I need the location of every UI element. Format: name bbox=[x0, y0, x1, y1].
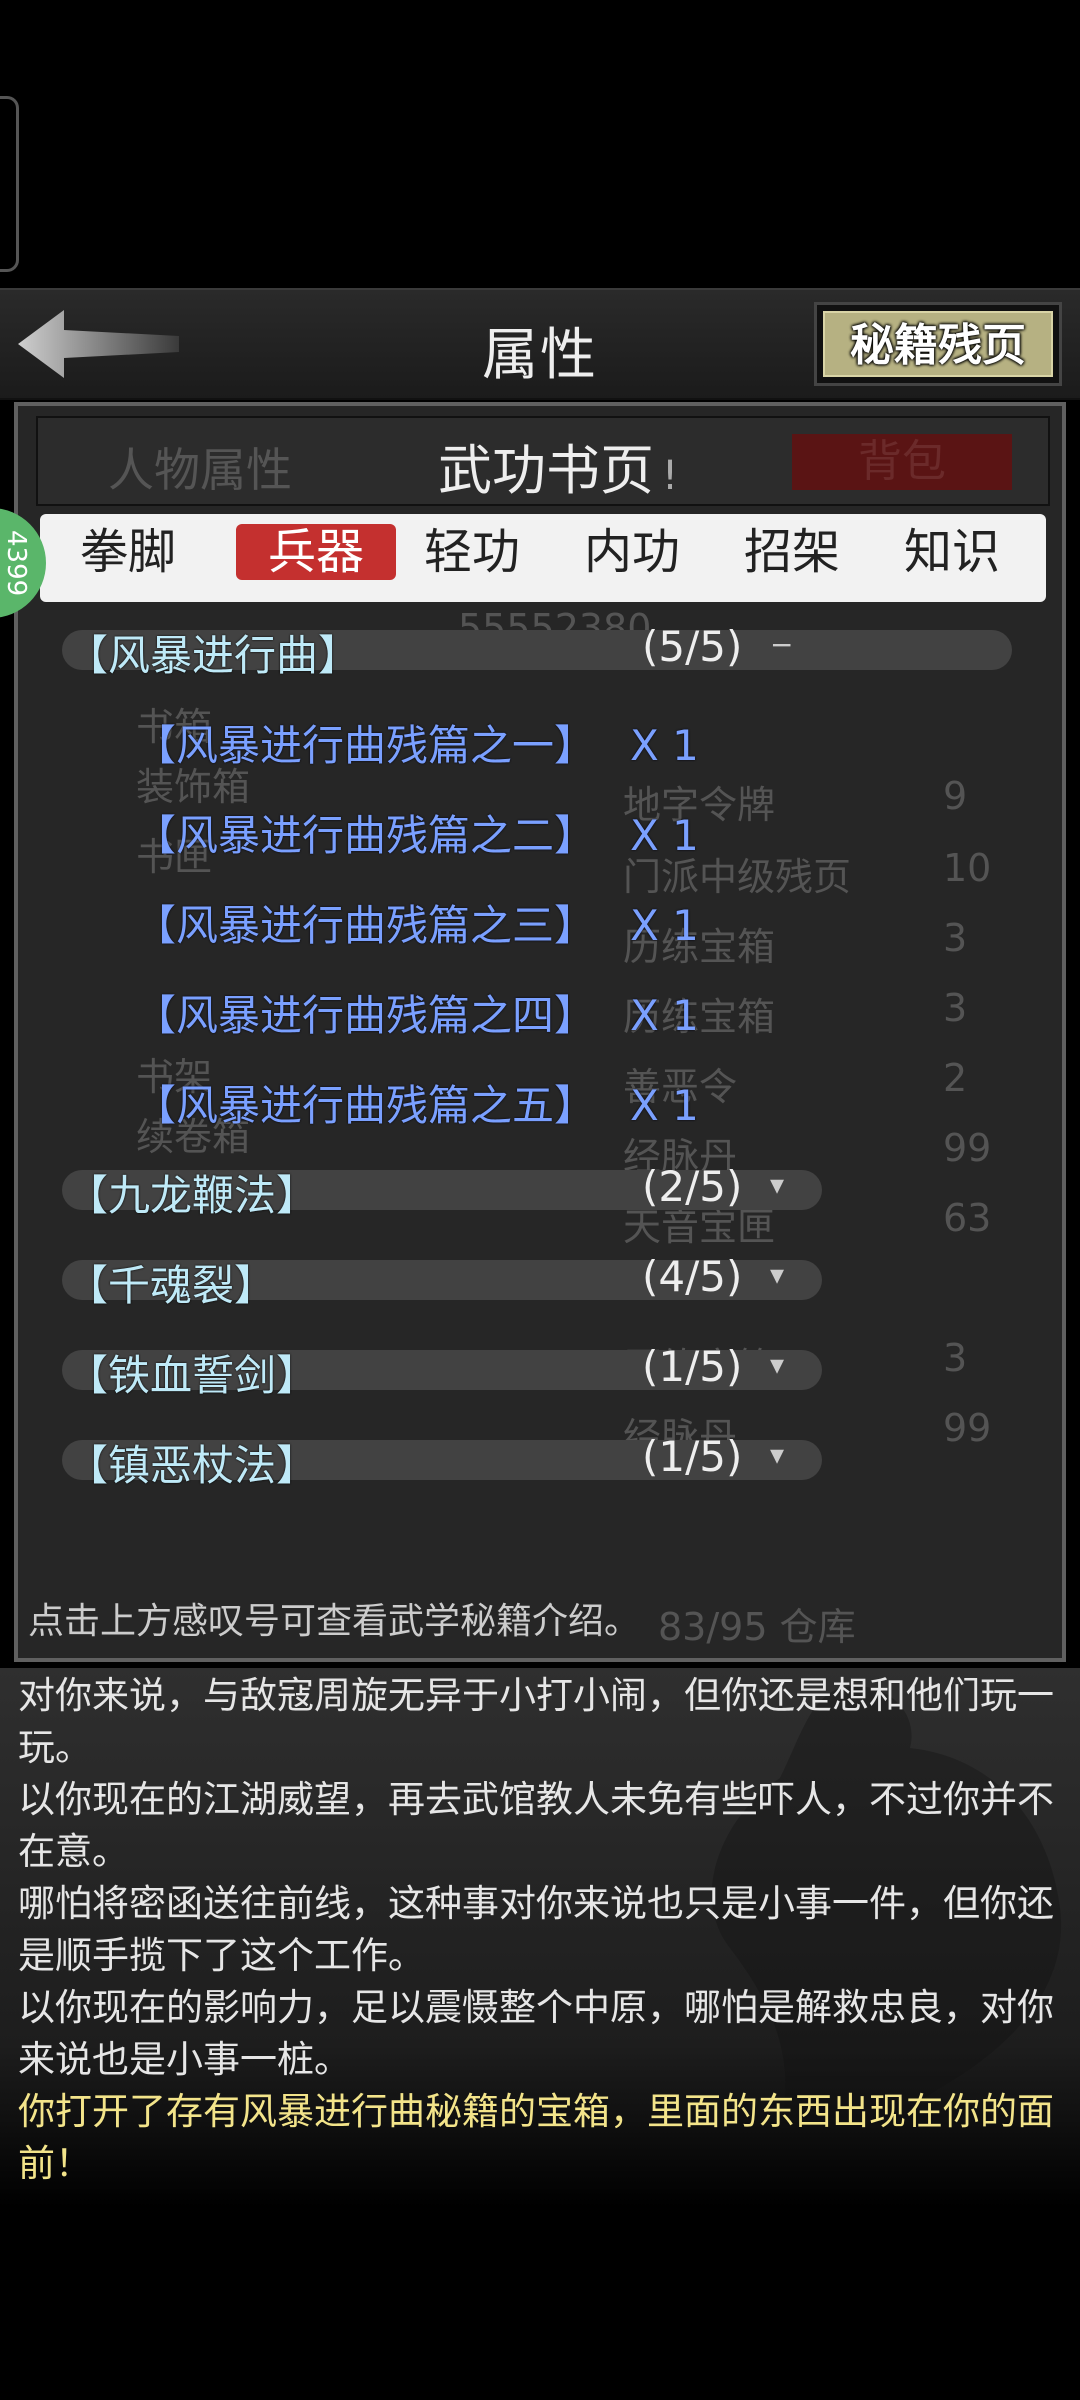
book-name: 【千魂裂】 bbox=[66, 1261, 277, 1310]
left-edge-decoration bbox=[0, 96, 19, 272]
backpack-tab: 背包 bbox=[792, 434, 1012, 490]
log-text: 对你来说，与敌寇周旋无异于小打小闹，但你还是想和他们玩一玩。 以你现在的江湖威望… bbox=[18, 1670, 1058, 2190]
tab-parry[interactable]: 招架 bbox=[742, 524, 842, 580]
secret-pages-label: 秘籍残页 bbox=[823, 311, 1053, 377]
info-exclamation-icon[interactable]: ! bbox=[662, 453, 678, 499]
chapter-item: 【风暴进行曲残篇之一】 X 1 bbox=[134, 721, 699, 770]
book-name: 【铁血誓剑】 bbox=[66, 1351, 319, 1400]
expand-icon[interactable]: ▾ bbox=[770, 1438, 784, 1471]
character-attributes-tab: 人物属性 bbox=[108, 443, 292, 497]
bg-qty: 10 bbox=[943, 846, 992, 890]
tab-fist[interactable]: 拳脚 bbox=[78, 524, 178, 580]
book-count: (2/5) bbox=[642, 1162, 743, 1211]
bg-qty: 99 bbox=[943, 1126, 992, 1170]
sub-title-text: 武功书页 bbox=[438, 439, 654, 502]
bg-qty: 3 bbox=[943, 916, 968, 960]
book-count: (1/5) bbox=[642, 1342, 743, 1391]
tab-lightness[interactable]: 轻功 bbox=[422, 524, 522, 580]
log-line: 哪怕将密函送往前线，这种事对你来说也只是小事一件，但你还是顺手揽下了这个工作。 bbox=[18, 1882, 1054, 1977]
chapter-item: 【风暴进行曲残篇之三】 X 1 bbox=[134, 901, 699, 950]
log-line-highlight: 你打开了存有风暴进行曲秘籍的宝箱，里面的东西出现在你的面前！ bbox=[18, 2090, 1054, 2185]
bg-qty: 3 bbox=[943, 986, 968, 1030]
tab-weapons[interactable]: 兵器 bbox=[236, 524, 396, 580]
bg-qty: 3 bbox=[943, 1336, 968, 1380]
secret-pages-button[interactable]: 秘籍残页 bbox=[814, 302, 1062, 386]
log-line: 对你来说，与敌寇周旋无异于小打小闹，但你还是想和他们玩一玩。 bbox=[18, 1674, 1054, 1769]
tab-inner-power[interactable]: 内功 bbox=[582, 524, 682, 580]
book-name: 【九龙鞭法】 bbox=[66, 1171, 319, 1220]
category-tabs: 拳脚 兵器 轻功 内功 招架 知识 bbox=[40, 514, 1046, 602]
bg-storage: 83/95 仓库 bbox=[658, 1605, 856, 1649]
log-line: 以你现在的影响力，足以震慑整个中原，哪怕是解救忠良，对你来说也是小事一桩。 bbox=[18, 1986, 1054, 2081]
top-bar: 属性 秘籍残页 bbox=[0, 288, 1080, 400]
tab-knowledge[interactable]: 知识 bbox=[902, 524, 1002, 580]
expand-icon[interactable]: ▾ bbox=[770, 1258, 784, 1291]
collapse-icon[interactable]: − bbox=[770, 628, 793, 661]
chapter-item: 【风暴进行曲残篇之五】 X 1 bbox=[134, 1081, 699, 1130]
book-count: (5/5) bbox=[642, 622, 743, 671]
bg-qty: 2 bbox=[943, 1056, 968, 1100]
chapter-item: 【风暴进行曲残篇之四】 X 1 bbox=[134, 991, 699, 1040]
chapter-item: 【风暴进行曲残篇之二】 X 1 bbox=[134, 811, 699, 860]
expand-icon[interactable]: ▾ bbox=[770, 1348, 784, 1381]
hint-text: 点击上方感叹号可查看武学秘籍介绍。 bbox=[28, 1601, 641, 1642]
message-log: 对你来说，与敌寇周旋无异于小打小闹，但你还是想和他们玩一玩。 以你现在的江湖威望… bbox=[0, 1668, 1080, 2208]
sub-title: 武功书页! bbox=[438, 426, 678, 505]
bg-qty: 9 bbox=[943, 774, 968, 818]
book-name: 【镇恶杖法】 bbox=[66, 1441, 319, 1490]
sub-header: 人物属性 武功书页! 背包 bbox=[36, 416, 1050, 506]
expand-icon[interactable]: ▾ bbox=[770, 1168, 784, 1201]
bg-qty: 63 bbox=[943, 1196, 992, 1240]
bg-qty: 99 bbox=[943, 1406, 992, 1450]
log-line: 以你现在的江湖威望，再去武馆教人未免有些吓人，不过你并不在意。 bbox=[18, 1778, 1054, 1873]
book-name: 【风暴进行曲】 bbox=[66, 631, 361, 680]
book-count: (1/5) bbox=[642, 1432, 743, 1481]
book-count: (4/5) bbox=[642, 1252, 743, 1301]
martial-pages-panel: 书箱 装饰箱 书匣 书架 续卷箱 地字令牌 门派中级残页 历练宝箱 历练宝箱 善… bbox=[14, 402, 1066, 1662]
